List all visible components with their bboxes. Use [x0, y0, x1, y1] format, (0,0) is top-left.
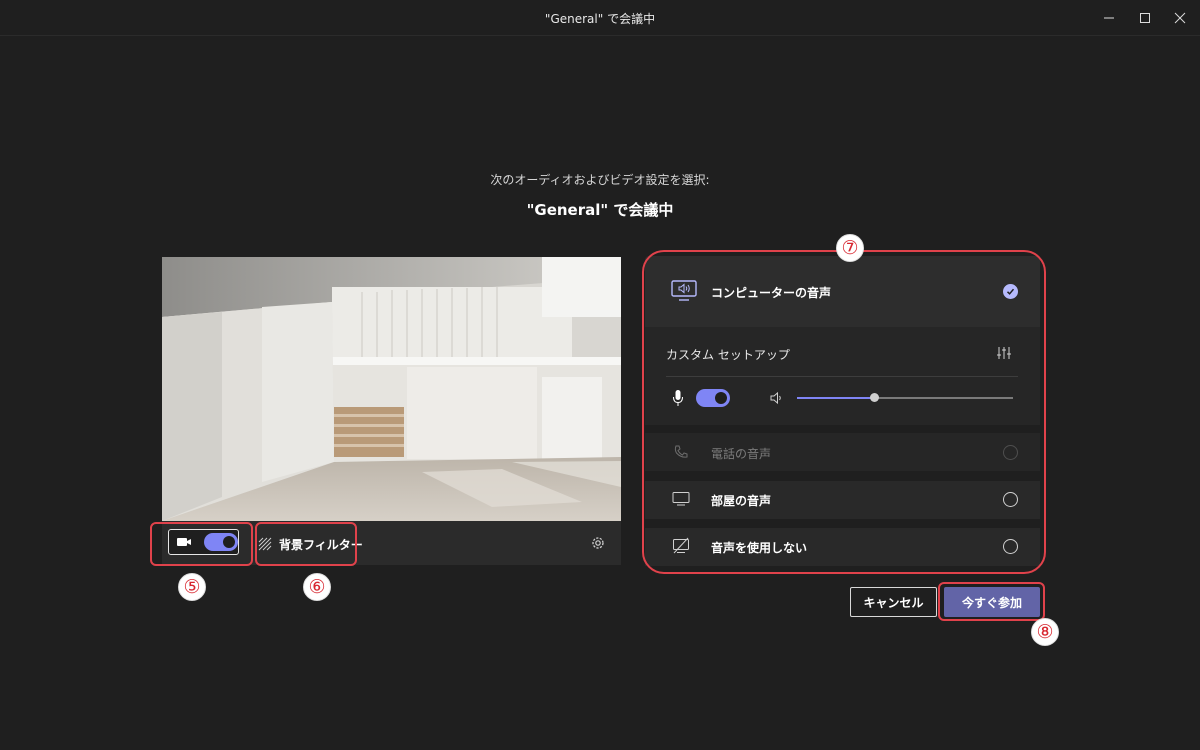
annotation-badge-8: ⑧ [1031, 618, 1059, 646]
highlight-camera-toggle [150, 522, 253, 566]
video-preview [162, 257, 621, 521]
annotation-badge-7: ⑦ [836, 234, 864, 262]
window-title: "General" で会議中 [544, 12, 656, 26]
highlight-audio-options [642, 250, 1046, 574]
highlight-join-button [938, 582, 1045, 621]
minimize-button[interactable] [1089, 0, 1129, 36]
maximize-icon [1140, 13, 1150, 23]
close-button[interactable] [1160, 0, 1200, 36]
title-bar: "General" で会議中 [0, 0, 1200, 36]
close-icon [1174, 12, 1186, 24]
minimize-icon [1104, 17, 1114, 19]
device-settings-gear-icon[interactable] [590, 535, 606, 551]
room-background-image [162, 257, 621, 521]
annotation-badge-5: ⑤ [178, 573, 206, 601]
setup-subtitle: 次のオーディオおよびビデオ設定を選択: [490, 173, 710, 187]
maximize-button[interactable] [1125, 0, 1165, 36]
annotation-badge-6: ⑥ [303, 573, 331, 601]
highlight-background-filter [255, 522, 357, 566]
cancel-button[interactable]: キャンセル [850, 587, 937, 617]
meeting-title: "General" で会議中 [526, 201, 674, 219]
